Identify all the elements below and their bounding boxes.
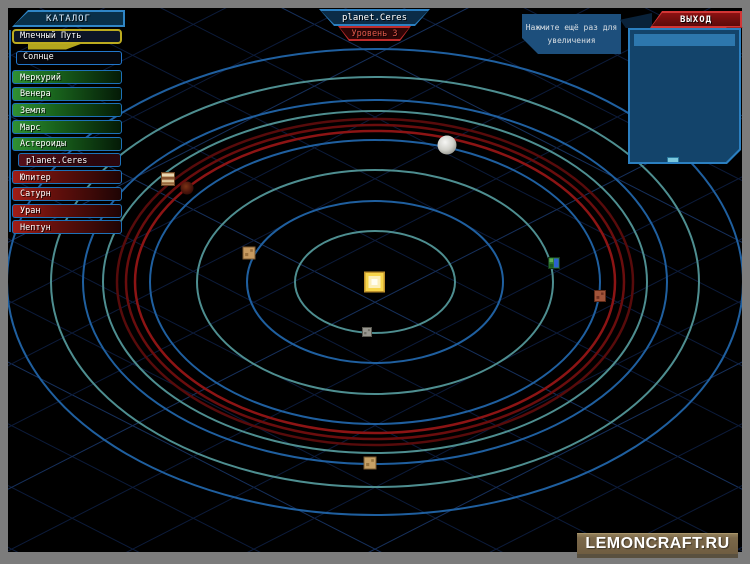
body-saturn[interactable] (364, 457, 376, 469)
sidebar-item-asteroids[interactable]: Астероиды (12, 137, 122, 151)
body-mercury[interactable] (363, 328, 372, 337)
info-panel (628, 28, 741, 164)
zoom-hint-tooltip: Нажмите ещё раз для увеличения (522, 14, 621, 54)
grid-line (8, 281, 742, 552)
body-mars[interactable] (595, 291, 606, 302)
body-earth[interactable] (549, 258, 560, 269)
exit-button-label: ВЫХОД (652, 13, 740, 26)
body-asteroids[interactable] (181, 182, 194, 195)
selected-body-label: planet.Ceres (321, 11, 428, 24)
body-jupiter[interactable] (162, 173, 175, 186)
info-panel-header (634, 34, 735, 46)
tier-label: Уровень 3 (340, 28, 409, 39)
sidebar-body-list: Меркурий Венера Земля Марс Астероиды planet.C… (12, 70, 122, 237)
sidebar-item-saturn[interactable]: Сатурн (12, 187, 122, 201)
selected-body-banner: planet.Ceres (319, 9, 430, 26)
sidebar-item-mars[interactable]: Марс (12, 120, 122, 134)
sidebar-item-uranus[interactable]: Уран (12, 204, 122, 218)
info-panel-fill (630, 30, 739, 162)
body-venus[interactable] (243, 247, 255, 259)
sidebar-spine (9, 30, 11, 232)
body-sun[interactable] (364, 272, 385, 293)
catalog-header: КАТАЛОГ (12, 10, 125, 27)
sidebar-item-ceres[interactable]: planet.Ceres (18, 153, 121, 167)
watermark: LEMONCRAFT.RU (577, 533, 738, 554)
sidebar-item-milky-way[interactable]: Млечный Путь (12, 29, 122, 44)
zoom-hint-line2: увеличения (547, 36, 595, 45)
sidebar-item-mercury[interactable]: Меркурий (12, 70, 122, 84)
sidebar-item-neptune[interactable]: Нептун (12, 220, 122, 234)
sidebar-item-sun[interactable]: Солнце (16, 51, 122, 65)
zoom-hint-line1: Нажмите ещё раз для (526, 23, 618, 32)
body-ceres[interactable] (438, 136, 457, 155)
tier-banner: Уровень 3 (338, 26, 411, 41)
celestial-map-screen: { "sidebar": { "header": "КАТАЛОГ", "gal… (0, 0, 750, 564)
exit-button[interactable]: ВЫХОД (650, 11, 742, 28)
sidebar-item-earth[interactable]: Земля (12, 103, 122, 117)
grid-line (8, 281, 742, 552)
catalog-header-label: КАТАЛОГ (14, 12, 123, 25)
sidebar-item-venus[interactable]: Венера (12, 87, 122, 101)
sidebar-item-jupiter[interactable]: Юпитер (12, 170, 122, 184)
